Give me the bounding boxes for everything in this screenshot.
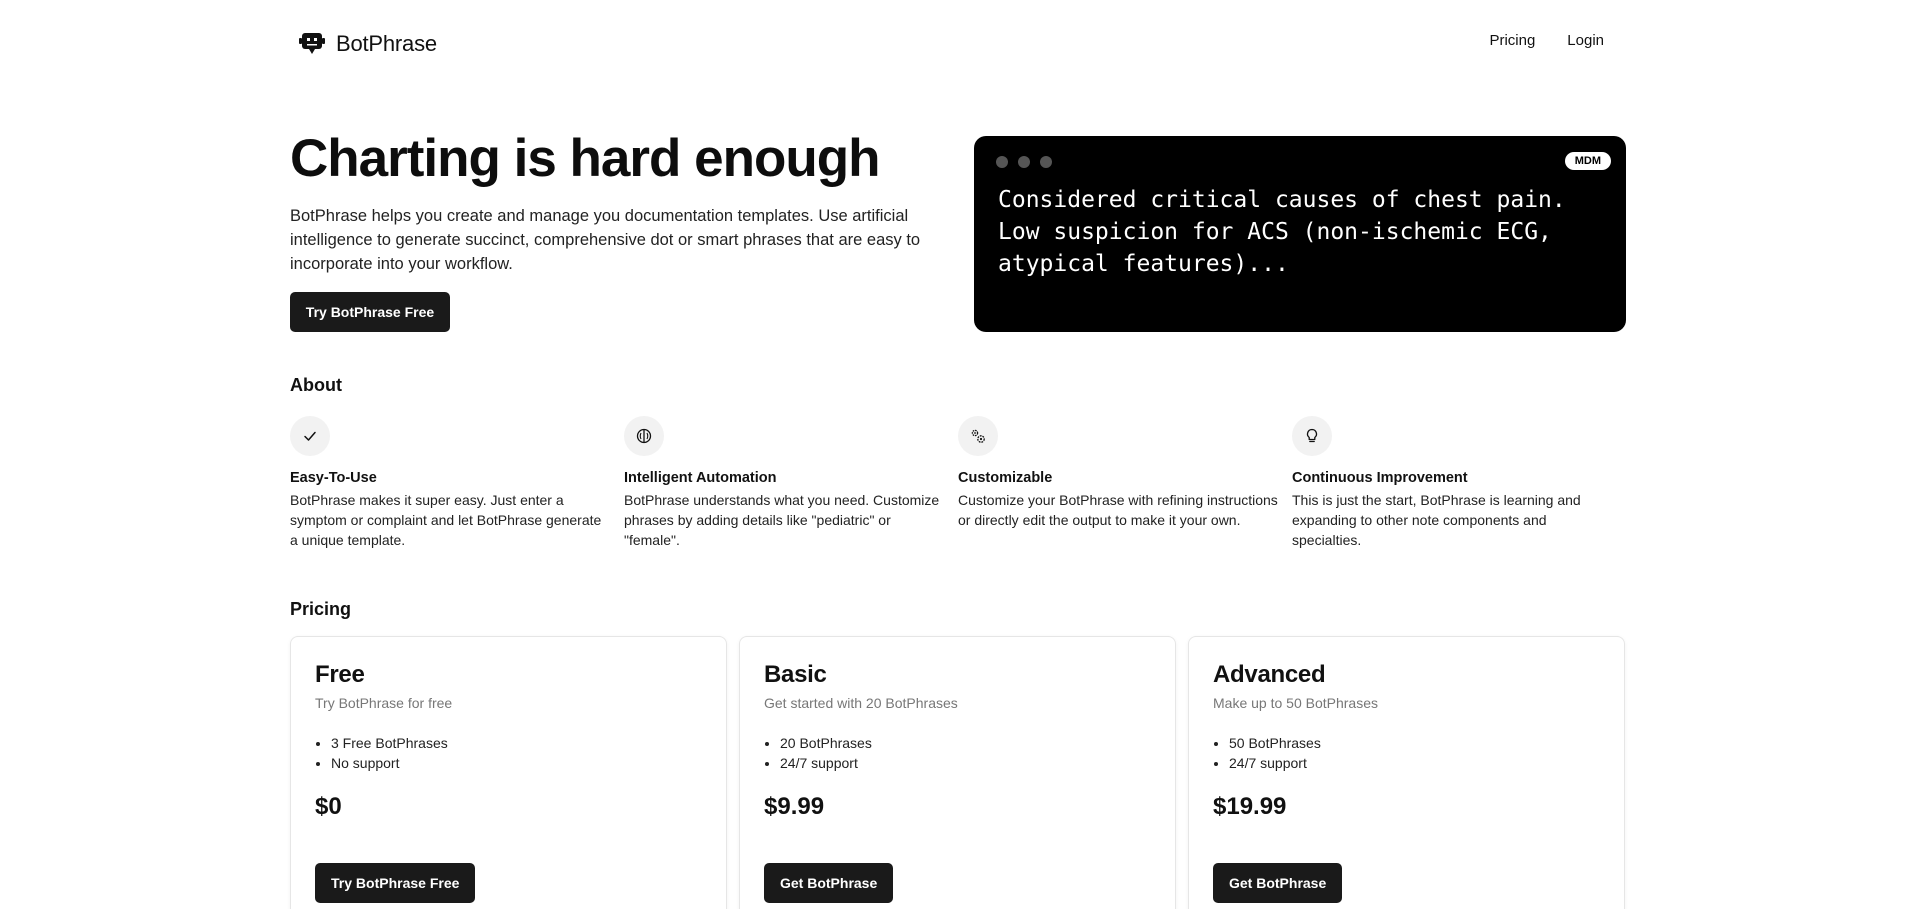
- terminal-preview: MDM Considered critical causes of chest …: [974, 136, 1626, 332]
- pricing-plans: Free Try BotPhrase for free 3 Free BotPh…: [290, 636, 1626, 909]
- plan-feature-item: 50 BotPhrases: [1229, 733, 1600, 753]
- terminal-text: Considered critical causes of chest pain…: [998, 187, 1566, 277]
- plan-name: Advanced: [1213, 661, 1326, 688]
- top-nav: Pricing Login: [1489, 32, 1604, 49]
- window-dot-icon: [1018, 156, 1030, 168]
- plan-free-button[interactable]: Try BotPhrase Free: [315, 863, 476, 903]
- plan-feature-item: No support: [331, 753, 702, 773]
- try-free-button[interactable]: Try BotPhrase Free: [290, 292, 450, 332]
- plan-features: 50 BotPhrases 24/7 support: [1213, 733, 1600, 773]
- gears-icon: [958, 416, 998, 456]
- plan-card-basic: Basic Get started with 20 BotPhrases 20 …: [739, 636, 1176, 909]
- plan-basic-button[interactable]: Get BotPhrase: [764, 863, 894, 903]
- feature-card: Customizable Customize your BotPhrase wi…: [958, 416, 1292, 550]
- brain-icon: [624, 416, 664, 456]
- robot-icon: [298, 30, 326, 58]
- brand-name: BotPhrase: [336, 31, 437, 56]
- plan-name: Basic: [764, 661, 827, 688]
- feature-title: Intelligent Automation: [624, 470, 777, 486]
- plan-subtitle: Make up to 50 BotPhrases: [1213, 695, 1378, 711]
- hero-title: Charting is hard enough: [290, 129, 880, 188]
- plan-name: Free: [315, 661, 365, 688]
- feature-text: BotPhrase makes it super easy. Just ente…: [290, 492, 602, 548]
- features-list: Easy-To-Use BotPhrase makes it super eas…: [290, 416, 1626, 550]
- window-dot-icon: [996, 156, 1008, 168]
- about-title: About: [290, 375, 342, 395]
- plan-subtitle: Try BotPhrase for free: [315, 695, 453, 711]
- plan-advanced-button[interactable]: Get BotPhrase: [1213, 863, 1343, 903]
- plan-feature-item: 20 BotPhrases: [780, 733, 1151, 753]
- nav-login-link[interactable]: Login: [1567, 32, 1604, 49]
- plan-subtitle: Get started with 20 BotPhrases: [764, 695, 958, 711]
- lightbulb-icon: [1292, 416, 1332, 456]
- nav-pricing-link[interactable]: Pricing: [1489, 32, 1535, 49]
- plan-price: $19.99: [1213, 793, 1287, 820]
- plan-features: 20 BotPhrases 24/7 support: [764, 733, 1151, 773]
- feature-text: This is just the start, BotPhrase is lea…: [1292, 492, 1581, 548]
- feature-title: Continuous Improvement: [1292, 470, 1468, 486]
- plan-card-advanced: Advanced Make up to 50 BotPhrases 50 Bot…: [1188, 636, 1625, 909]
- check-icon: [290, 416, 330, 456]
- plan-card-free: Free Try BotPhrase for free 3 Free BotPh…: [290, 636, 727, 909]
- pricing-title: Pricing: [290, 599, 352, 619]
- feature-title: Easy-To-Use: [290, 470, 377, 486]
- feature-text: Customize your BotPhrase with refining i…: [958, 492, 1278, 528]
- plan-price: $0: [315, 793, 342, 820]
- hero-description: BotPhrase helps you create and manage yo…: [290, 207, 921, 273]
- feature-text: BotPhrase understands what you need. Cus…: [624, 492, 940, 548]
- plan-feature-item: 24/7 support: [780, 753, 1151, 773]
- plan-price: $9.99: [764, 793, 825, 820]
- window-dots: [996, 156, 1052, 168]
- feature-card: Intelligent Automation BotPhrase underst…: [624, 416, 958, 550]
- feature-card: Continuous Improvement This is just the …: [1292, 416, 1626, 550]
- window-dot-icon: [1040, 156, 1052, 168]
- plan-feature-item: 24/7 support: [1229, 753, 1600, 773]
- site-header: BotPhrase Pricing Login: [290, 0, 1626, 88]
- feature-card: Easy-To-Use BotPhrase makes it super eas…: [290, 416, 624, 550]
- terminal-badge: MDM: [1564, 152, 1611, 170]
- plan-features: 3 Free BotPhrases No support: [315, 733, 702, 773]
- plan-feature-item: 3 Free BotPhrases: [331, 733, 702, 753]
- feature-title: Customizable: [958, 470, 1053, 486]
- brand-logo-link[interactable]: BotPhrase: [298, 30, 437, 58]
